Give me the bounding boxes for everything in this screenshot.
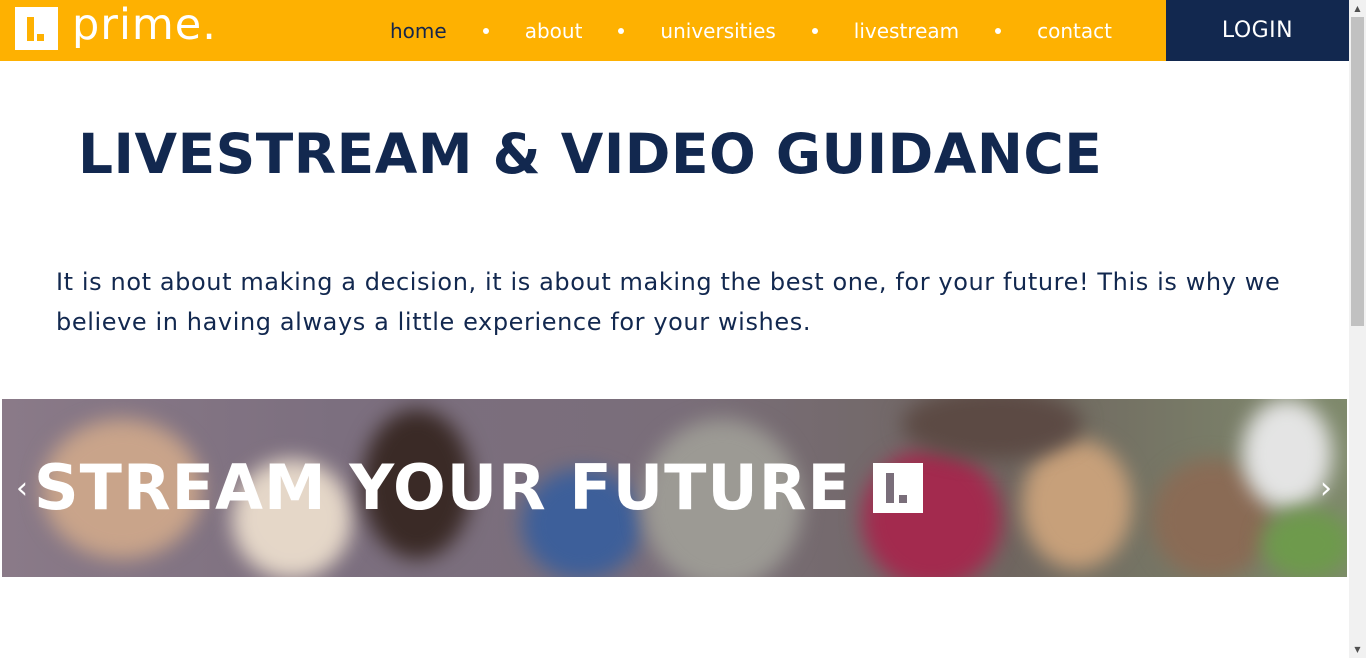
brand-logo[interactable]: prime. <box>15 0 217 50</box>
nav-link-universities[interactable]: universities <box>642 19 793 43</box>
page-title: LIVESTREAM & VIDEO GUIDANCE <box>78 122 1103 186</box>
logo-text: prime. <box>72 0 217 50</box>
intro-paragraph: It is not about making a decision, it is… <box>56 268 1281 336</box>
nav-separator-dot <box>811 27 818 34</box>
nav-link-contact[interactable]: contact <box>1019 19 1130 43</box>
chevron-left-icon[interactable]: ‹ <box>16 474 28 504</box>
nav-separator-dot <box>995 27 1002 34</box>
top-navigation-bar: prime. home about universities livestrea… <box>0 0 1349 61</box>
hero-carousel: STREAM YOUR FUTURE ‹ › <box>2 399 1347 577</box>
chevron-right-icon[interactable]: › <box>1320 474 1332 504</box>
scrollbar-thumb[interactable] <box>1351 17 1364 326</box>
nav-separator-dot <box>482 27 489 34</box>
page-scrollbar[interactable]: ▲ ▼ <box>1349 0 1366 658</box>
scroll-down-arrow-icon[interactable]: ▼ <box>1349 641 1366 658</box>
login-button[interactable]: LOGIN <box>1166 0 1349 61</box>
nav-link-about[interactable]: about <box>507 19 601 43</box>
carousel-headline-text: STREAM YOUR FUTURE <box>34 451 851 524</box>
logo-mark-icon <box>872 462 923 513</box>
main-nav: home about universities livestream conta… <box>372 0 1130 61</box>
nav-separator-dot <box>618 27 625 34</box>
nav-link-livestream[interactable]: livestream <box>836 19 977 43</box>
carousel-headline: STREAM YOUR FUTURE <box>34 451 923 524</box>
logo-mark-icon <box>15 7 58 50</box>
scroll-up-arrow-icon[interactable]: ▲ <box>1349 0 1366 17</box>
nav-link-home[interactable]: home <box>372 19 465 43</box>
